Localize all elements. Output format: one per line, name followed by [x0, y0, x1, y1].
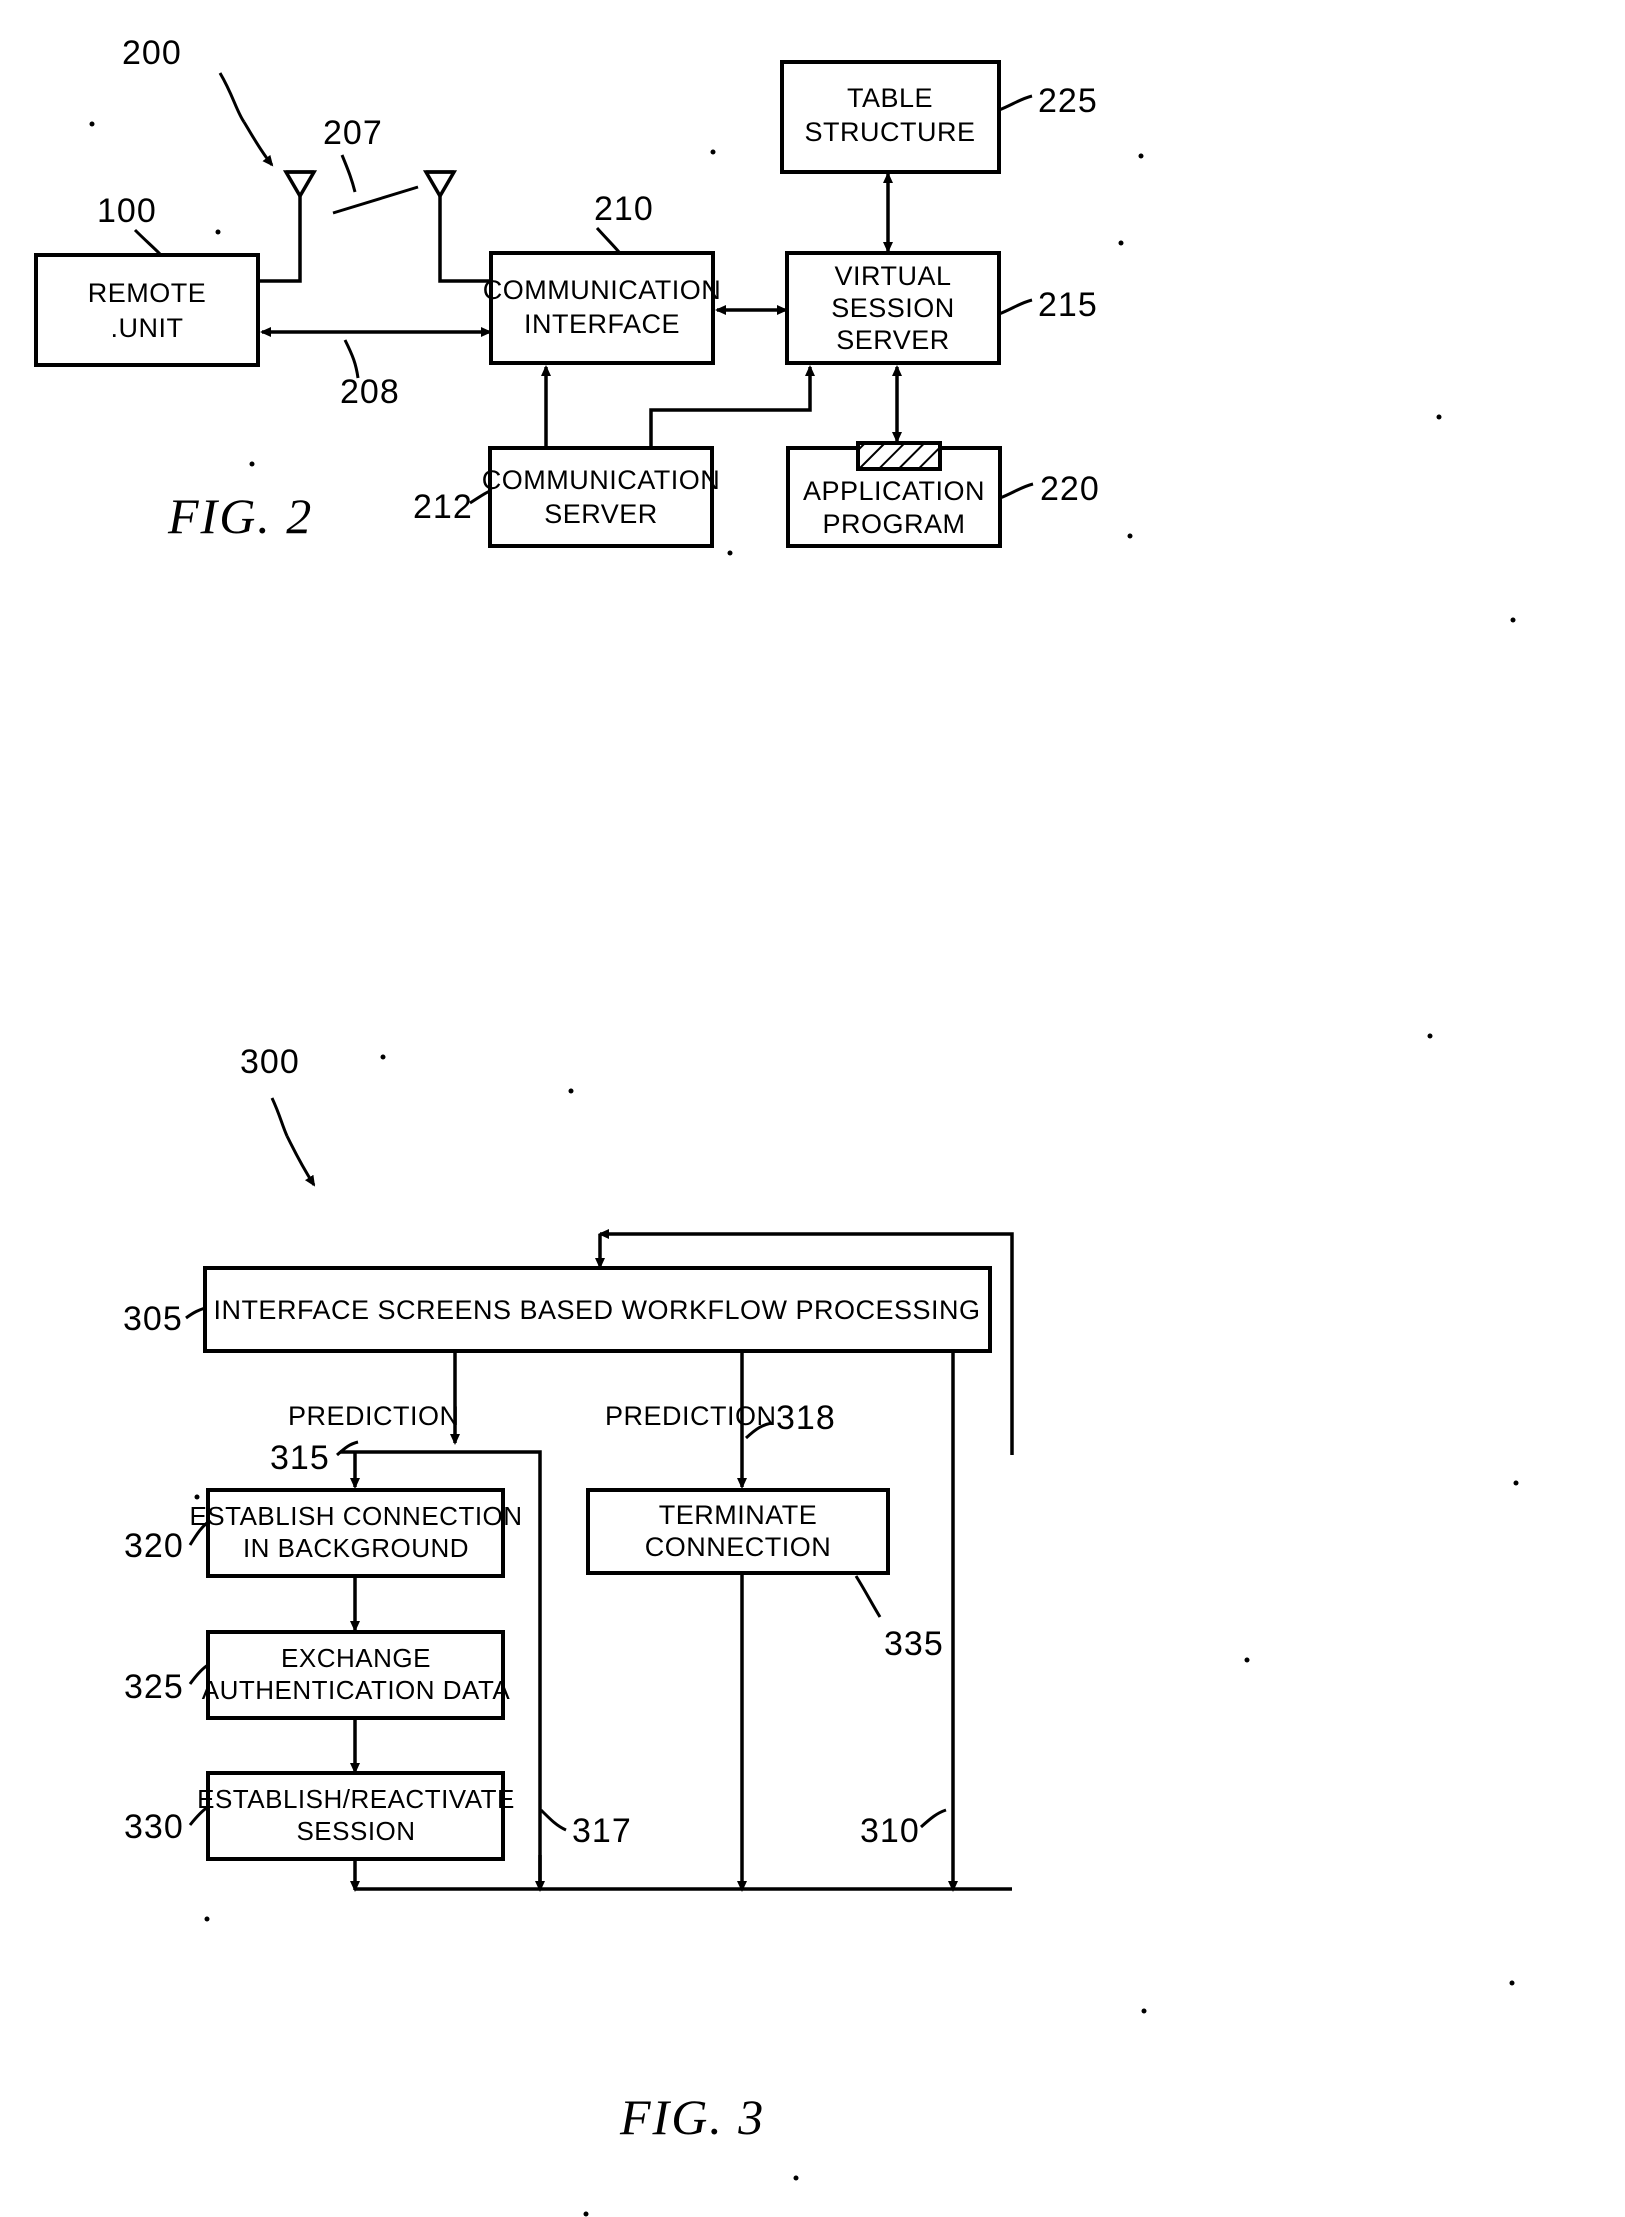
cs-vss-link	[649, 365, 815, 446]
prediction-right-label: PREDICTION	[605, 1401, 777, 1431]
line-317-ref: 317	[572, 1812, 632, 1850]
virtual-session-server-ref: 215	[1038, 286, 1098, 324]
terminate-connection-label-1: TERMINATE	[659, 1500, 818, 1530]
terminate-connection-label-2: CONNECTION	[645, 1532, 832, 1562]
fig2-system-leader	[218, 72, 274, 167]
remote-link-ref: 208	[340, 373, 400, 411]
wireless-link-ref: 207	[323, 114, 383, 152]
application-program-label-1: APPLICATION	[803, 476, 985, 506]
establish-session-ref: 330	[124, 1808, 184, 1846]
figures-svg: 200 100 207 208 210 212 225 215 220 REMO…	[34, 34, 1519, 2217]
communication-interface-label-1: COMMUNICATION	[483, 275, 721, 305]
terminate-connection-ref: 335	[884, 1625, 944, 1663]
workflow-processing-leader	[185, 1306, 206, 1320]
communication-interface-ref: 210	[594, 190, 654, 228]
remote-unit-leader	[133, 228, 162, 256]
fig3-system-ref: 300	[240, 1043, 300, 1081]
remote-unit-ref: 100	[97, 192, 157, 230]
communication-server-box	[488, 446, 714, 548]
communication-server-label-1: COMMUNICATION	[482, 465, 720, 495]
application-program-label-2: PROGRAM	[822, 509, 965, 539]
virtual-session-server-label-2: SESSION	[831, 293, 955, 323]
patent-drawing-sheet: 200 100 207 208 210 212 225 215 220 REMO…	[0, 0, 1625, 2217]
application-program-ref: 220	[1040, 470, 1100, 508]
branch-315-ref: 315	[270, 1439, 330, 1477]
workflow-processing-ref: 305	[123, 1300, 183, 1338]
communication-server-label-2: SERVER	[544, 499, 658, 529]
wireless-link-207-leader	[332, 154, 419, 215]
virtual-session-server-label-3: SERVER	[836, 325, 950, 355]
remote-unit-label-2: .UNIT	[111, 313, 184, 343]
virtual-session-server-label-1: VIRTUAL	[834, 261, 951, 291]
line-310-ref: 310	[860, 1812, 920, 1850]
remote-unit-label-1: REMOTE	[88, 278, 207, 308]
table-structure-label-2: STRUCTURE	[805, 117, 976, 147]
fig2-caption: FIG. 2	[167, 488, 313, 544]
branch-318-ref: 318	[776, 1399, 836, 1437]
fig3-caption: FIG. 3	[619, 2089, 765, 2145]
communication-server-ref: 212	[413, 488, 473, 526]
remote-unit-box	[34, 253, 260, 367]
line-310-leader	[919, 1808, 947, 1829]
communication-interface-leader	[595, 226, 621, 253]
prediction-left-label: PREDICTION	[288, 1401, 460, 1431]
application-program-hatched-port	[856, 441, 942, 471]
exchange-auth-ref: 325	[124, 1668, 184, 1706]
establish-connection-label-1: ESTABLISH CONNECTION	[189, 1501, 522, 1531]
establish-session-label-1: ESTABLISH/REACTIVATE	[197, 1784, 515, 1814]
remote-antenna-icon	[258, 170, 318, 283]
virtual-session-server-ref-leader	[998, 298, 1033, 316]
exchange-auth-label-1: EXCHANGE	[281, 1643, 431, 1673]
scan-specks	[43, 121, 1519, 2217]
base-antenna-icon	[422, 170, 492, 283]
establish-session-label-2: SESSION	[296, 1816, 415, 1846]
table-structure-ref-leader	[998, 94, 1033, 112]
application-program-ref-leader	[999, 482, 1034, 500]
establish-connection-label-2: IN BACKGROUND	[243, 1533, 469, 1563]
fig2-system-ref: 200	[122, 34, 182, 72]
establish-connection-ref: 320	[124, 1527, 184, 1565]
table-structure-label-1: TABLE	[847, 83, 933, 113]
communication-interface-box	[489, 251, 715, 365]
exchange-auth-label-2: AUTHENTICATION DATA	[202, 1675, 511, 1705]
workflow-processing-label: INTERFACE SCREENS BASED WORKFLOW PROCESS…	[213, 1295, 980, 1325]
line-317-leader	[539, 1808, 567, 1832]
table-structure-ref: 225	[1038, 82, 1098, 120]
terminate-connection-leader	[854, 1575, 882, 1618]
communication-interface-label-2: INTERFACE	[524, 309, 680, 339]
fig3-system-leader	[270, 1097, 316, 1187]
